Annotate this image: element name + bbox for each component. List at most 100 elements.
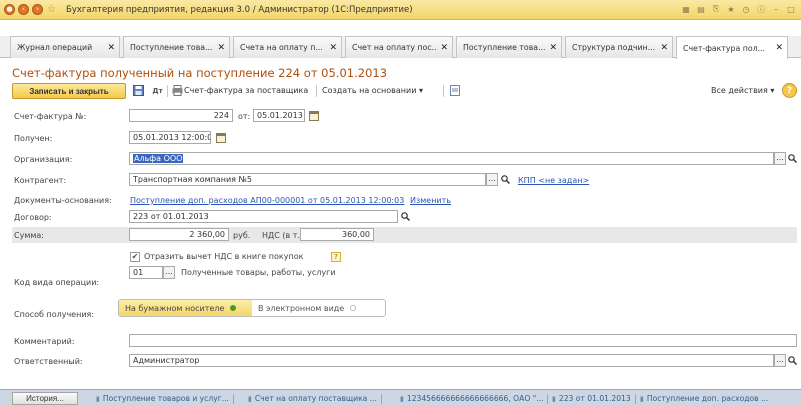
- open-window-item[interactable]: ▮ Счет на оплату поставщика ...: [248, 393, 398, 404]
- document-icon: ▮: [640, 394, 644, 403]
- calendar-icon[interactable]: [308, 110, 320, 122]
- vat-field[interactable]: 360,00: [300, 228, 374, 241]
- base-document-link[interactable]: Поступление доп. расходов АП00-000001 от…: [130, 196, 404, 205]
- search-icon[interactable]: [786, 152, 798, 165]
- close-icon[interactable]: ✕: [217, 43, 225, 53]
- tab-label: Счет на оплату пос...: [352, 43, 438, 52]
- history-icon[interactable]: ◷: [740, 3, 752, 15]
- tab-invoice-received[interactable]: Счет-фактура пол... ✕: [676, 36, 788, 59]
- window-buttons: ● ‹ › ☆: [4, 4, 57, 15]
- open-window-label: Счет на оплату поставщика ...: [254, 394, 377, 403]
- currency-label: руб.: [233, 231, 251, 240]
- separator: [380, 393, 382, 404]
- star-icon[interactable]: ★: [725, 3, 737, 15]
- receive-method-label: Способ получения:: [14, 310, 95, 319]
- forward-icon[interactable]: ›: [32, 4, 43, 15]
- close-icon[interactable]: ✕: [549, 43, 557, 53]
- tab-journal[interactable]: Журнал операций ✕: [10, 36, 120, 58]
- calendar-icon[interactable]: [215, 132, 227, 144]
- create-based-on-button[interactable]: Создать на основании ▾: [322, 86, 423, 95]
- radio-selected-icon: [230, 305, 237, 311]
- maximize-icon[interactable]: □: [785, 3, 797, 15]
- all-actions-button[interactable]: Все действия ▾: [711, 86, 774, 95]
- form-toolbar: Записать и закрыть Дт Счет-фактура за по…: [12, 83, 797, 100]
- search-icon[interactable]: [499, 173, 511, 186]
- print-invoice-button[interactable]: Счет-фактура за поставщика: [184, 86, 308, 95]
- organization-field[interactable]: Альфа ООО: [129, 152, 774, 165]
- tab-label: Структура подчин...: [572, 43, 656, 52]
- calendar-icon[interactable]: ▤: [695, 3, 707, 15]
- attachments-icon[interactable]: [448, 84, 461, 97]
- tab-label: Счета на оплату п...: [240, 43, 323, 52]
- close-icon[interactable]: ✕: [775, 43, 783, 53]
- close-icon[interactable]: ✕: [107, 43, 115, 53]
- received-date-field[interactable]: 05.01.2013 12:00:04: [129, 131, 211, 144]
- tab-receipt-2[interactable]: Поступление това... ✕: [456, 36, 562, 58]
- comment-field[interactable]: [129, 334, 797, 347]
- open-window-item[interactable]: ▮ Поступление доп. расходов ...: [640, 393, 798, 404]
- separator: [547, 393, 549, 404]
- open-window-item[interactable]: ▮ 223 от 01.01.2013: [552, 393, 638, 404]
- close-icon[interactable]: ✕: [660, 43, 668, 53]
- save-icon[interactable]: [132, 84, 145, 97]
- responsible-field[interactable]: Администратор: [129, 354, 774, 367]
- open-tabs-bar: Журнал операций ✕ Поступление това... ✕ …: [0, 36, 801, 59]
- sum-label: Сумма:: [14, 231, 44, 240]
- separator: [232, 393, 234, 404]
- hint-icon[interactable]: ?: [331, 252, 341, 262]
- receive-electronic-option[interactable]: В электронном виде: [252, 300, 385, 316]
- invoice-date-field[interactable]: 05.01.2013: [253, 109, 305, 122]
- invoice-number-label: Счет-фактура №:: [14, 112, 87, 121]
- from-label: от:: [238, 112, 251, 121]
- separator: [634, 393, 636, 404]
- reflect-vat-checkbox[interactable]: ✔: [130, 252, 140, 262]
- op-code-select-button[interactable]: ...: [163, 266, 175, 279]
- counterparty-field[interactable]: Транспортная компания №5: [129, 173, 486, 186]
- contract-label: Договор:: [14, 213, 52, 222]
- tab-invoice-supplier[interactable]: Счет на оплату пос... ✕: [345, 36, 453, 58]
- op-code-field[interactable]: 01: [129, 266, 163, 279]
- minimize-icon[interactable]: –: [770, 3, 782, 15]
- history-button[interactable]: История...: [12, 392, 78, 405]
- info-icon[interactable]: ⓘ: [755, 3, 767, 15]
- change-base-documents-link[interactable]: Изменить: [410, 196, 451, 205]
- search-icon[interactable]: [786, 354, 798, 367]
- radio-unselected-icon: [350, 305, 357, 311]
- favorites-star-icon[interactable]: ☆: [46, 4, 57, 15]
- open-window-label: Поступление доп. расходов ...: [646, 394, 769, 403]
- help-icon[interactable]: ?: [782, 83, 797, 98]
- calc-icon[interactable]: ▦: [680, 3, 692, 15]
- app-menu-icon[interactable]: ●: [4, 4, 15, 15]
- open-window-item[interactable]: ▮ Поступление товаров и услуг...: [96, 393, 246, 404]
- tab-receipt-1[interactable]: Поступление това... ✕: [123, 36, 230, 58]
- kpp-link[interactable]: КПП <не задан>: [518, 176, 589, 185]
- page-title: Счет-фактура полученный на поступление 2…: [12, 66, 388, 80]
- printer-icon[interactable]: [171, 84, 184, 97]
- receive-paper-option[interactable]: На бумажном носителе: [119, 300, 252, 316]
- postings-icon[interactable]: Дт: [151, 84, 164, 97]
- search-icon[interactable]: [399, 210, 411, 223]
- organization-label: Организация:: [14, 155, 73, 164]
- tab-structure[interactable]: Структура подчин... ✕: [565, 36, 673, 58]
- close-icon[interactable]: ✕: [329, 43, 337, 53]
- tab-label: Поступление това...: [463, 43, 546, 52]
- open-window-label: 123456666666666666666, ОАО "...: [406, 394, 544, 403]
- contract-field[interactable]: 223 от 01.01.2013: [129, 210, 398, 223]
- invoice-number-field[interactable]: 224: [129, 109, 233, 122]
- back-icon[interactable]: ‹: [18, 4, 29, 15]
- tab-label: Поступление това...: [130, 43, 213, 52]
- organization-select-button[interactable]: ...: [774, 152, 786, 165]
- responsible-select-button[interactable]: ...: [774, 354, 786, 367]
- reflect-vat-label: Отразить вычет НДС в книге покупок: [144, 252, 304, 261]
- organization-value: Альфа ООО: [133, 154, 184, 163]
- close-icon[interactable]: ✕: [440, 43, 448, 53]
- clipboard-icon[interactable]: ⎘: [710, 3, 722, 15]
- sum-field[interactable]: 2 360,00: [129, 228, 229, 241]
- save-and-close-button[interactable]: Записать и закрыть: [12, 83, 126, 99]
- document-icon: ▮: [400, 394, 404, 403]
- tab-invoices[interactable]: Счета на оплату п... ✕: [233, 36, 342, 58]
- receive-paper-label: На бумажном носителе: [125, 303, 225, 313]
- op-code-description: Полученные товары, работы, услуги: [181, 268, 336, 277]
- open-window-item[interactable]: ▮ 123456666666666666666, ОАО "...: [400, 393, 550, 404]
- counterparty-select-button[interactable]: ...: [486, 173, 498, 186]
